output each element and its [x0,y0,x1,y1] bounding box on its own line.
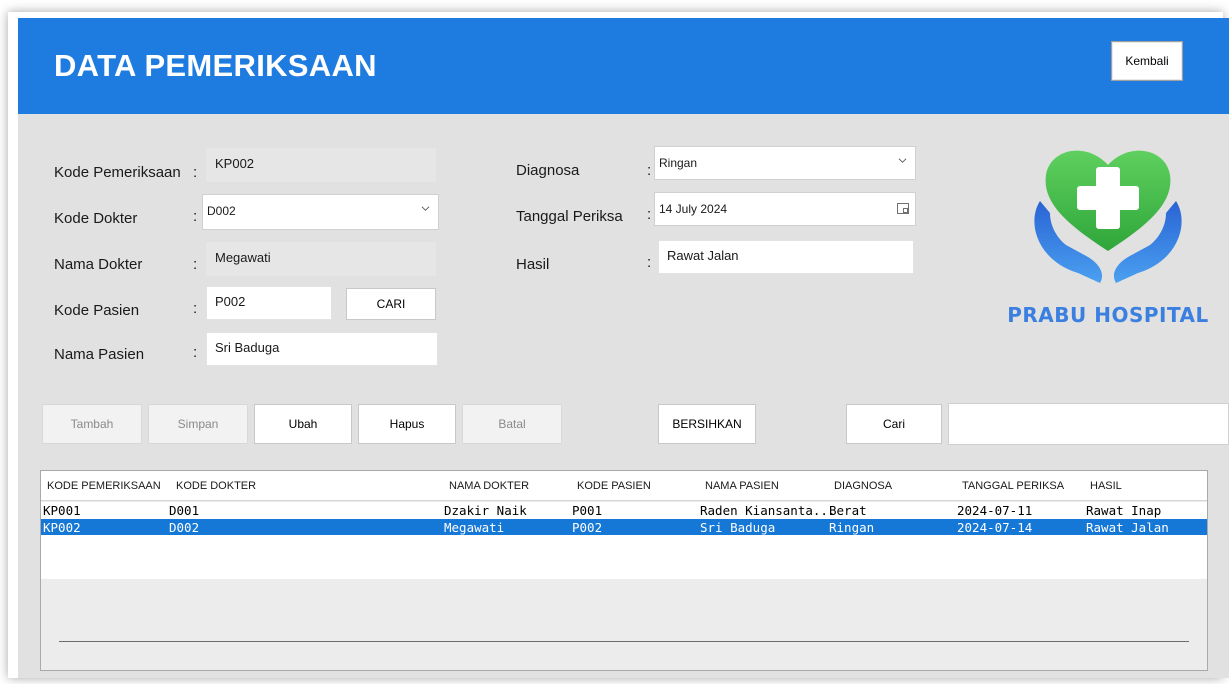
back-button[interactable]: Kembali [1111,41,1183,81]
table-cell: 2024-07-14 [957,520,1033,535]
table-row[interactable]: KP001 D001 Dzakir Naik P001 Raden Kiansa… [41,502,1207,519]
app-window: DATA PEMERIKSAAN Kembali Kode Pemeriksaa… [18,18,1229,678]
hapus-button[interactable]: Hapus [358,404,456,444]
table-cell: Raden Kiansanta... [700,503,836,518]
column-header[interactable]: KODE PASIEN [577,480,651,492]
kode-pasien-label: Kode Pasien [54,302,140,319]
table-cell: P001 [572,503,603,518]
table-header: KODE PEMERIKSAAN KODE DOKTER NAMA DOKTER… [41,471,1207,501]
kode-pasien-field[interactable]: P002 [206,286,332,320]
table-cell: 2024-07-11 [957,503,1033,518]
cari-pasien-button[interactable]: CARI [346,288,436,320]
table-cell: Ringan [829,520,875,535]
nama-pasien-field[interactable]: Sri Baduga [206,332,438,366]
diagnosa-value: Ringan [659,156,698,170]
cari-button[interactable]: Cari [846,404,942,444]
diagnosa-label: Diagnosa [516,162,580,179]
column-header[interactable]: DIAGNOSA [834,480,892,492]
colon: : [647,254,652,271]
colon: : [193,164,198,181]
column-header[interactable]: NAMA DOKTER [449,480,529,492]
table-cell: Berat [829,503,867,518]
calendar-icon[interactable] [897,203,909,214]
tanggal-periksa-value: 14 July 2024 [659,202,728,216]
logo-text: PRABU HOSPITAL [1007,303,1209,327]
colon: : [647,206,652,223]
column-header[interactable]: KODE PEMERIKSAAN [47,480,161,492]
colon: : [193,300,198,317]
table-cell: Rawat Jalan [1086,520,1169,535]
tanggal-periksa-label: Tanggal Periksa [516,208,623,225]
table-cell: P002 [572,520,603,535]
column-header[interactable]: HASIL [1090,480,1122,492]
table-row-selected[interactable]: KP002 D002 Megawati P002 Sri Baduga Ring… [41,519,1207,536]
heart-cross-hands-icon [1034,150,1182,283]
header-bar: DATA PEMERIKSAAN Kembali [18,18,1229,114]
hasil-field[interactable]: Rawat Jalan [658,240,914,274]
column-header[interactable]: KODE DOKTER [176,480,256,492]
table-cell: Megawati [444,520,505,535]
horizontal-scrollbar[interactable] [59,641,1189,642]
table-empty-area [41,535,1207,579]
chevron-down-icon [421,206,430,211]
kode-dokter-value: D002 [207,204,236,218]
tanggal-periksa-picker[interactable]: 14 July 2024 [654,192,916,226]
table-cell: D002 [169,520,200,535]
kode-pemeriksaan-field[interactable]: KP002 [206,148,436,182]
diagnosa-select[interactable]: Ringan [654,146,916,180]
colon: : [193,208,198,225]
kode-pemeriksaan-label: Kode Pemeriksaan [54,164,181,181]
table-cell: KP001 [43,503,81,518]
table-cell: Sri Baduga [700,520,776,535]
kode-dokter-label: Kode Dokter [54,210,138,227]
simpan-button[interactable]: Simpan [148,404,248,444]
column-header[interactable]: TANGGAL PERIKSA [962,480,1064,492]
nama-dokter-field[interactable]: Megawati [206,242,436,276]
column-header[interactable]: NAMA PASIEN [705,480,779,492]
ubah-button[interactable]: Ubah [254,404,352,444]
hospital-logo: PRABU HOSPITAL [998,133,1218,333]
table-cell: KP002 [43,520,81,535]
nama-pasien-label: Nama Pasien [54,346,145,363]
colon: : [193,256,198,273]
table-cell: D001 [169,503,200,518]
bersihkan-button[interactable]: BERSIHKAN [658,404,756,444]
tambah-button[interactable]: Tambah [42,404,142,444]
nama-dokter-label: Nama Dokter [54,256,143,273]
kode-dokter-select[interactable]: D002 [202,194,439,230]
colon: : [193,344,198,361]
colon: : [647,162,652,179]
batal-button[interactable]: Batal [462,404,562,444]
page-title: DATA PEMERIKSAAN [54,48,377,83]
hasil-label: Hasil [516,256,550,273]
table-cell: Dzakir Naik [444,503,527,518]
data-table[interactable]: KODE PEMERIKSAAN KODE DOKTER NAMA DOKTER… [40,470,1208,671]
search-input[interactable] [948,403,1229,445]
table-cell: Rawat Inap [1086,503,1162,518]
chevron-down-icon [898,158,907,163]
